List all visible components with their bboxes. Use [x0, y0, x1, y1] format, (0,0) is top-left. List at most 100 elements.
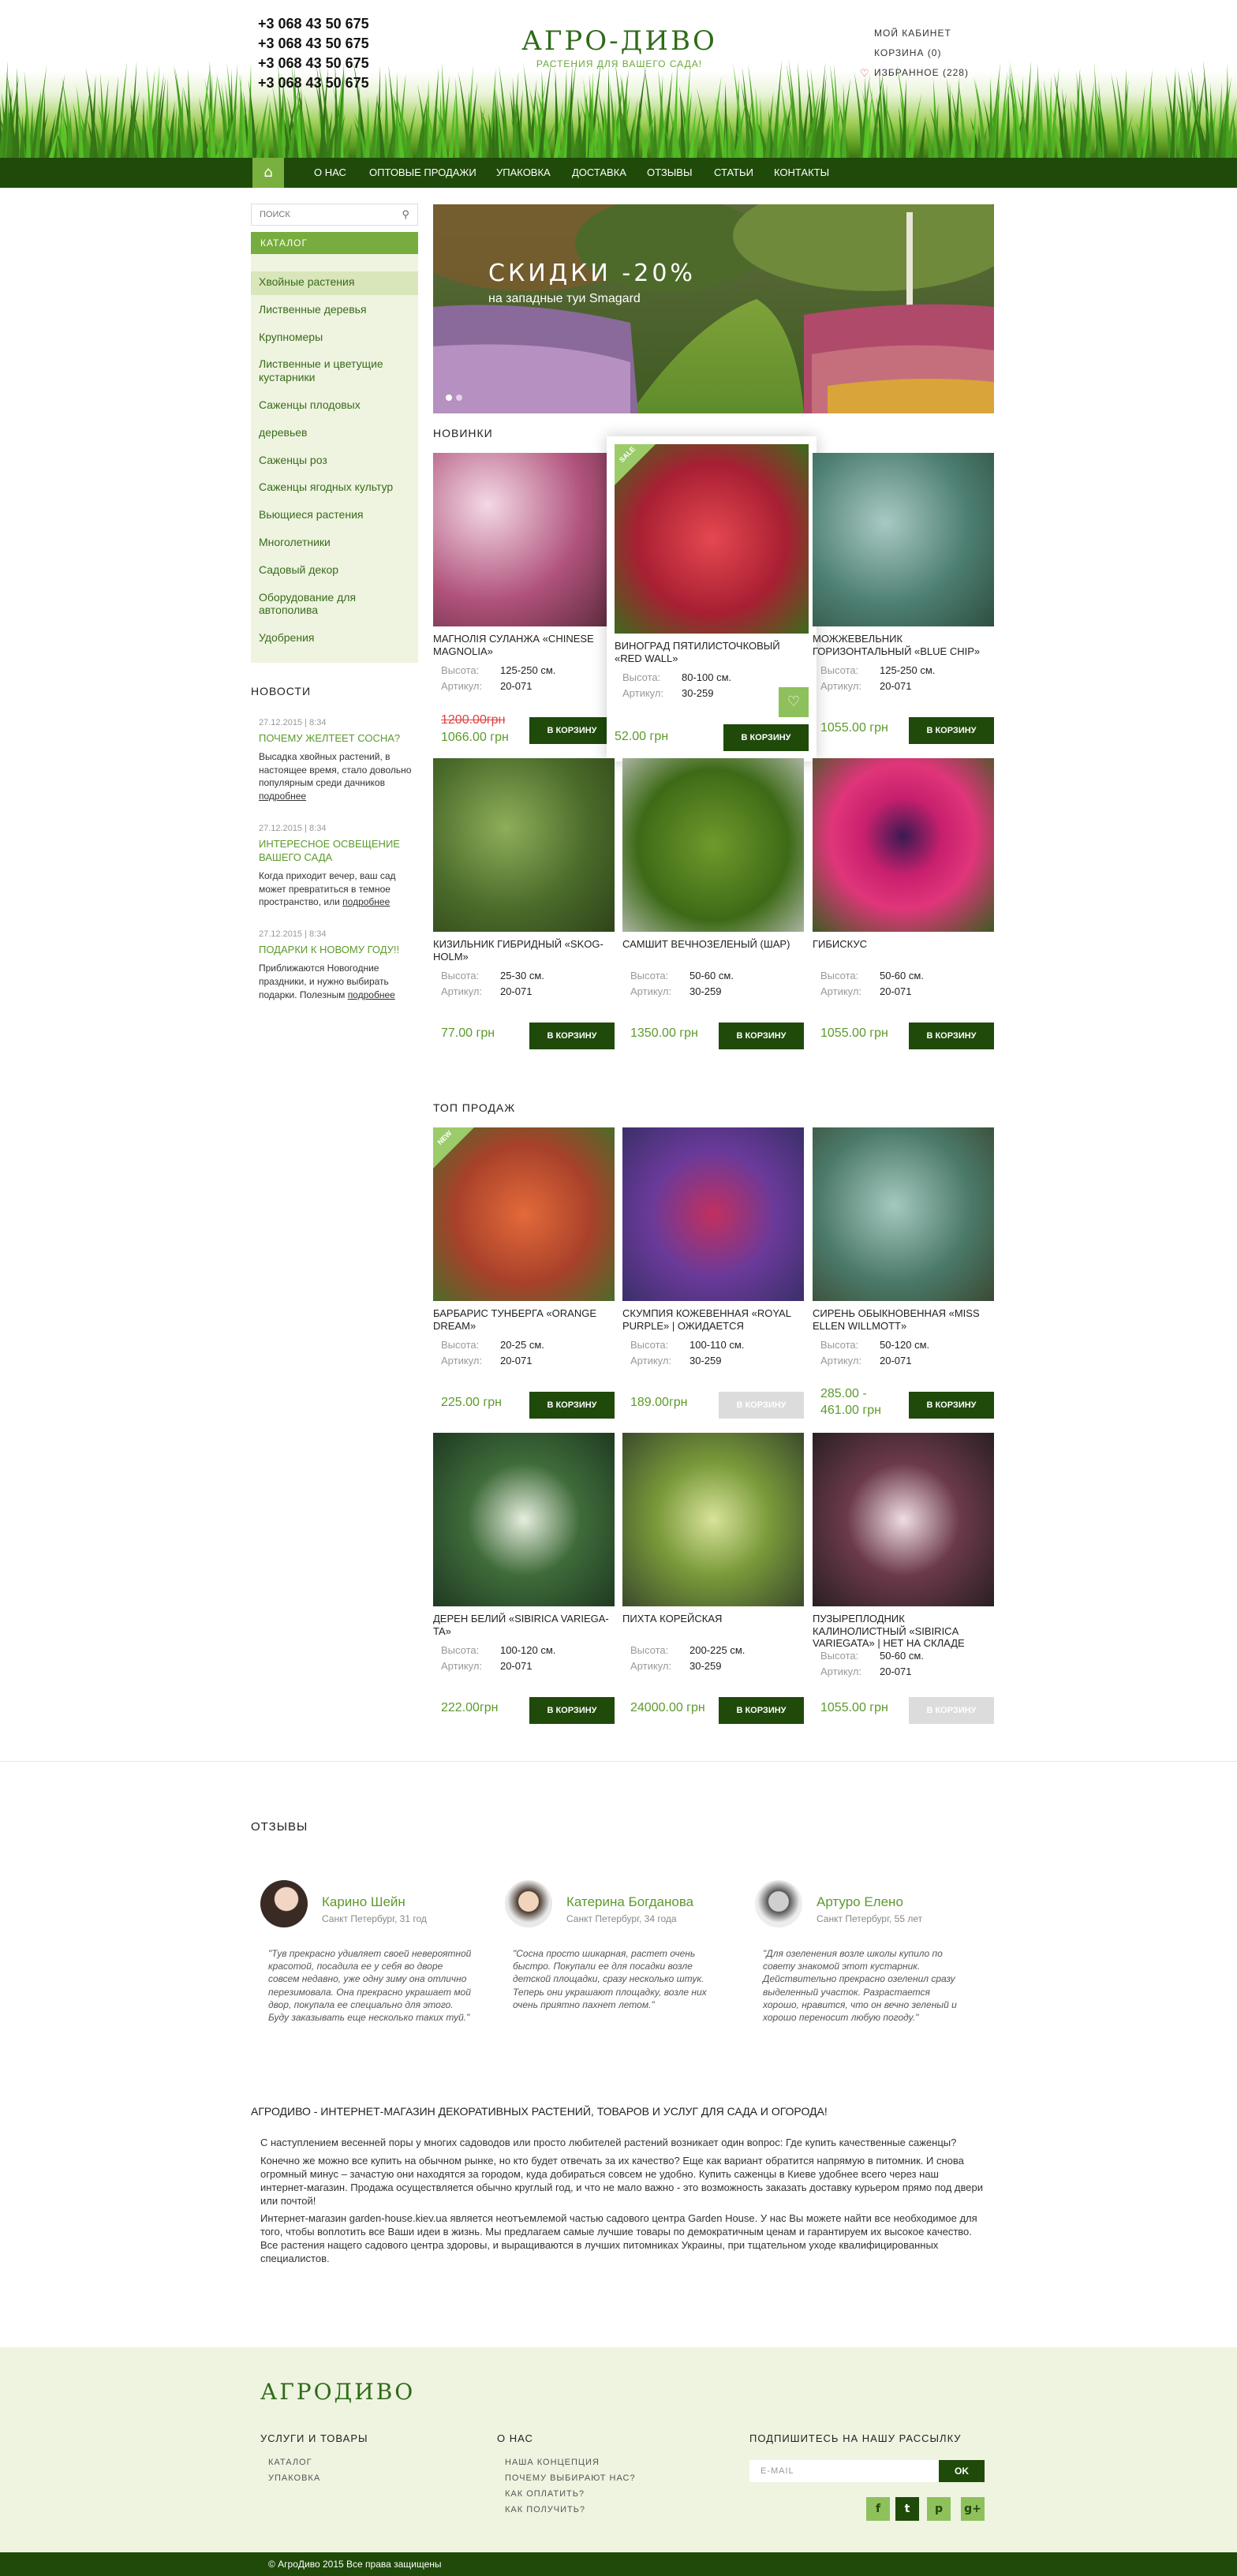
- nav-item-contacts[interactable]: КОНТАКТЫ: [774, 158, 829, 188]
- google-plus-icon[interactable]: g+: [961, 2497, 985, 2521]
- phone-number[interactable]: +3 068 43 50 675: [258, 54, 416, 73]
- home-button[interactable]: ⌂: [252, 158, 284, 188]
- product-image[interactable]: [813, 453, 994, 626]
- nav-item-articles[interactable]: СТАТЬИ: [714, 158, 753, 188]
- product-name[interactable]: МАГНОЛІЯ СУЛАНЖА «CHINESE MAGNOLIA»: [433, 633, 615, 663]
- subscribe-button[interactable]: OK: [939, 2460, 985, 2482]
- footer-link[interactable]: ПОЧЕМУ ВЫБИРАЮТ НАС?: [505, 2473, 636, 2483]
- product-name[interactable]: СКУМПИЯ КОЖЕВЕННАЯ «ROYAL PURPLE» | ОЖИД…: [622, 1307, 804, 1337]
- product-name[interactable]: ДЕРЕН БЕЛИЙ «SIBIRICA VARIEGA-TA»: [433, 1613, 615, 1643]
- product-image[interactable]: [433, 1433, 615, 1606]
- logo-subtitle: РАСТЕНИЯ ДЛЯ ВАШЕГО САДА!: [536, 58, 703, 69]
- news-more-link[interactable]: подробнее: [348, 989, 395, 1000]
- add-to-cart-button[interactable]: В КОРЗИНУ: [719, 1697, 804, 1724]
- nav-item-delivery[interactable]: ДОСТАВКА: [572, 158, 626, 188]
- footer-link[interactable]: УПАКОВКА: [268, 2473, 320, 2483]
- news-more-link[interactable]: подробнее: [342, 896, 390, 907]
- nav-item-reviews[interactable]: ОТЗЫВЫ: [647, 158, 692, 188]
- product-card[interactable]: СКУМПИЯ КОЖЕВЕННАЯ «ROYAL PURPLE» | ОЖИД…: [622, 1127, 804, 1419]
- category-item[interactable]: Лиственные деревья: [251, 299, 418, 323]
- cart-link[interactable]: КОРЗИНА (0): [860, 43, 1033, 63]
- phone-number[interactable]: +3 068 43 50 675: [258, 34, 416, 54]
- news-title-link[interactable]: ПОДАРКИ К НОВОМУ ГОДУ!!: [259, 944, 418, 957]
- add-to-cart-button-disabled[interactable]: В КОРЗИНУ: [719, 1392, 804, 1419]
- category-item[interactable]: Саженцы плодовых: [251, 394, 418, 418]
- my-cabinet-link[interactable]: МОЙ КАБИНЕТ: [860, 24, 1033, 43]
- add-to-cart-button[interactable]: В КОРЗИНУ: [723, 724, 809, 751]
- product-image[interactable]: [813, 1127, 994, 1301]
- add-to-cart-button[interactable]: В КОРЗИНУ: [529, 1392, 615, 1419]
- heart-icon[interactable]: ♡: [779, 687, 809, 717]
- phone-number[interactable]: +3 068 43 50 675: [258, 73, 416, 93]
- product-name[interactable]: СИРЕНЬ ОБЫКНОВЕННАЯ «MISS ELLEN WILLMOTT…: [813, 1307, 994, 1337]
- product-name[interactable]: ВИНОГРАД ПЯТИЛИСТОЧКОВЫЙ «RED WALL»: [615, 640, 809, 670]
- product-image[interactable]: [813, 1433, 994, 1606]
- product-image[interactable]: [433, 453, 615, 626]
- news-more-link[interactable]: подробнее: [259, 791, 306, 802]
- product-name[interactable]: САМШИТ ВЕЧНОЗЕЛЕНЫЙ (ШАР): [622, 938, 804, 968]
- product-card[interactable]: КИЗИЛЬНИК ГИБРИДНЫЙ «SKOG-HOLM» Высота: 2…: [433, 758, 615, 1049]
- product-card[interactable]: САМШИТ ВЕЧНОЗЕЛЕНЫЙ (ШАР) Высота: 50-60 с…: [622, 758, 804, 1049]
- product-name[interactable]: ГИБИСКУС: [813, 938, 994, 968]
- product-name[interactable]: БАРБАРИС ТУНБЕРГА «ORANGE DREAM»: [433, 1307, 615, 1337]
- nav-item-packaging[interactable]: УПАКОВКА: [496, 158, 551, 188]
- category-item[interactable]: Удобрения: [251, 627, 418, 651]
- category-item[interactable]: Саженцы роз: [251, 450, 418, 473]
- pinterest-icon[interactable]: p: [927, 2497, 951, 2521]
- product-image[interactable]: [813, 758, 994, 932]
- footer-link[interactable]: НАША КОНЦЕПЦИЯ: [505, 2458, 600, 2467]
- add-to-cart-button[interactable]: В КОРЗИНУ: [909, 1023, 994, 1049]
- product-name[interactable]: МОЖЖЕВЕЛЬНИК ГОРИЗОНТАЛЬНЫЙ «BLUE CHIP»: [813, 633, 994, 663]
- add-to-cart-button-disabled[interactable]: В КОРЗИНУ: [909, 1697, 994, 1724]
- product-card[interactable]: ДЕРЕН БЕЛИЙ «SIBIRICA VARIEGA-TA» Высота…: [433, 1433, 615, 1724]
- category-item[interactable]: Хвойные растения: [251, 271, 418, 295]
- add-to-cart-button[interactable]: В КОРЗИНУ: [529, 1697, 615, 1724]
- nav-item-about[interactable]: О НАС: [314, 158, 346, 188]
- add-to-cart-button[interactable]: В КОРЗИНУ: [719, 1023, 804, 1049]
- category-item[interactable]: деревьев: [251, 422, 418, 446]
- footer-link[interactable]: КАК ПОЛУЧИТЬ?: [505, 2505, 585, 2514]
- category-item[interactable]: Крупномеры: [251, 327, 418, 350]
- category-item[interactable]: Оборудование для автополива: [251, 587, 418, 624]
- search-input[interactable]: [252, 204, 386, 225]
- news-title-link[interactable]: ИНТЕРЕСНОЕ ОСВЕЩЕНИЕ ВАШЕГО САДА: [259, 838, 418, 865]
- product-card[interactable]: ГИБИСКУС Высота: 50-60 см. Артикул: 20-071…: [813, 758, 994, 1049]
- favorites-link[interactable]: ♡ ИЗБРАННОЕ (228): [860, 63, 1033, 83]
- add-to-cart-button[interactable]: В КОРЗИНУ: [909, 1392, 994, 1419]
- product-image[interactable]: [622, 758, 804, 932]
- footer-link[interactable]: КАК ОПЛАТИТЬ?: [505, 2489, 585, 2499]
- add-to-cart-button[interactable]: В КОРЗИНУ: [909, 717, 994, 744]
- category-item[interactable]: Многолетники: [251, 532, 418, 555]
- product-card[interactable]: СИРЕНЬ ОБЫКНОВЕННАЯ «MISS ELLEN WILLMOTT…: [813, 1127, 994, 1419]
- product-card[interactable]: МАГНОЛІЯ СУЛАНЖА «CHINESE MAGNOLIA» Высо…: [433, 453, 615, 744]
- category-item[interactable]: Вьющиеся растения: [251, 504, 418, 528]
- product-card[interactable]: NEW БАРБАРИС ТУНБЕРГА «ORANGE DREAM» Выс…: [433, 1127, 615, 1419]
- email-input[interactable]: E-MAIL: [749, 2460, 939, 2482]
- facebook-icon[interactable]: f: [866, 2497, 890, 2521]
- product-image[interactable]: [433, 758, 615, 932]
- news-title-link[interactable]: ПОЧЕМУ ЖЕЛТЕЕТ СОСНА?: [259, 732, 418, 746]
- add-to-cart-button[interactable]: В КОРЗИНУ: [529, 1023, 615, 1049]
- search-icon[interactable]: ⚲: [402, 208, 409, 221]
- product-image[interactable]: [622, 1127, 804, 1301]
- product-card[interactable]: МОЖЖЕВЕЛЬНИК ГОРИЗОНТАЛЬНЫЙ «BLUE CHIP» …: [813, 453, 994, 744]
- category-item[interactable]: Лиственные и цветущие кустарники: [251, 353, 418, 391]
- product-name[interactable]: ПИХТА КОРЕЙСКАЯ: [622, 1613, 804, 1643]
- product-image[interactable]: [622, 1433, 804, 1606]
- phone-number[interactable]: +3 068 43 50 675: [258, 14, 416, 34]
- nav-item-wholesale[interactable]: ОПТОВЫЕ ПРОДАЖИ: [369, 158, 476, 188]
- site-logo[interactable]: АГРО-ДИВО РАСТЕНИЯ ДЛЯ ВАШЕГО САДА!: [489, 25, 749, 69]
- product-name[interactable]: ПУЗЫРЕПЛОДНИК КАЛИНОЛИСТНЫЙ «SIBIRICA VA…: [813, 1613, 994, 1649]
- product-card[interactable]: ПИХТА КОРЕЙСКАЯ Высота: 200-225 см. Артик…: [622, 1433, 804, 1724]
- product-name[interactable]: КИЗИЛЬНИК ГИБРИДНЫЙ «SKOG-HOLM»: [433, 938, 615, 968]
- promo-banner[interactable]: СКИДКИ -20% на западные туи Smagard: [433, 204, 994, 413]
- about-text: С наступлением весенней поры у многих са…: [260, 2137, 986, 2271]
- add-to-cart-button[interactable]: В КОРЗИНУ: [529, 717, 615, 744]
- product-card-featured[interactable]: SALE ВИНОГРАД ПЯТИЛИСТОЧКОВЫЙ «RED WALL»…: [607, 436, 817, 761]
- twitter-icon[interactable]: t: [895, 2497, 919, 2521]
- footer-logo[interactable]: АГРОДИВО: [260, 2379, 415, 2405]
- category-item[interactable]: Саженцы ягодных культур: [251, 477, 418, 500]
- category-item[interactable]: Садовый декор: [251, 559, 418, 583]
- product-card[interactable]: ПУЗЫРЕПЛОДНИК КАЛИНОЛИСТНЫЙ «SIBIRICA VA…: [813, 1433, 994, 1724]
- footer-link[interactable]: КАТАЛОГ: [268, 2458, 312, 2467]
